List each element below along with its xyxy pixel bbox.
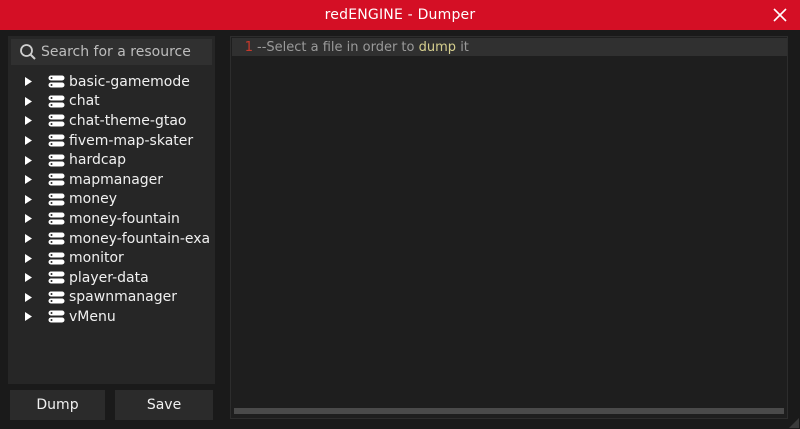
tree-item[interactable]: mapmanager [8, 170, 215, 190]
server-stack-icon [48, 114, 65, 127]
tree-item-label: money [69, 191, 117, 208]
code-comment-suffix: it [460, 39, 469, 55]
resource-tree: basic-gamemode chat chat-theme-gtao fivem-m… [8, 72, 215, 327]
server-stack-icon [48, 310, 65, 323]
save-button[interactable]: Save [115, 390, 213, 420]
window-title: redENGINE - Dumper [324, 7, 476, 23]
triangle-right-icon[interactable] [8, 77, 48, 87]
close-button[interactable] [768, 3, 792, 27]
server-stack-icon [48, 154, 65, 167]
server-stack-icon [48, 134, 65, 147]
tree-item-label: money-fountain [69, 210, 180, 227]
tree-item-label: fivem-map-skater [69, 132, 194, 149]
code-comment-prefix: --Select a file in order to [257, 39, 415, 55]
line-number: 1 [244, 39, 253, 55]
horizontal-scrollbar[interactable] [234, 408, 784, 414]
server-stack-icon [48, 252, 65, 265]
tree-item-label: money-fountain-exa [69, 230, 211, 247]
search-icon [19, 43, 37, 61]
title-bar: redENGINE - Dumper [0, 0, 800, 30]
triangle-right-icon[interactable] [8, 292, 48, 302]
triangle-right-icon[interactable] [8, 155, 48, 165]
search-input[interactable] [41, 44, 211, 60]
triangle-right-icon[interactable] [8, 214, 48, 224]
tree-item[interactable]: fivem-map-skater [8, 131, 215, 151]
triangle-right-icon[interactable] [8, 253, 48, 263]
tree-item[interactable]: money [8, 190, 215, 210]
tree-item-label: spawnmanager [69, 289, 178, 306]
tree-item-label: hardcap [69, 152, 127, 169]
triangle-right-icon[interactable] [8, 96, 48, 106]
editor-line: 1 --Select a file in order to dump it [232, 38, 787, 56]
tree-item-label: chat-theme-gtao [69, 112, 187, 129]
tree-item[interactable]: monitor [8, 248, 215, 268]
triangle-right-icon[interactable] [8, 175, 48, 185]
server-stack-icon [48, 193, 65, 206]
close-icon [773, 8, 787, 22]
tree-item[interactable]: player-data [8, 268, 215, 288]
triangle-right-icon[interactable] [8, 136, 48, 146]
triangle-right-icon[interactable] [8, 194, 48, 204]
dumper-window: basic-gamemode chat chat-theme-gtao fivem-m… [0, 30, 800, 429]
tree-item[interactable]: chat-theme-gtao [8, 111, 215, 131]
tree-item[interactable]: money-fountain-exa [8, 229, 215, 249]
server-stack-icon [48, 173, 65, 186]
tree-item-label: player-data [69, 269, 149, 286]
tree-item-label: mapmanager [69, 171, 164, 188]
tree-item[interactable]: basic-gamemode [8, 72, 215, 92]
tree-item[interactable]: spawnmanager [8, 288, 215, 308]
server-stack-icon [48, 95, 65, 108]
server-stack-icon [48, 75, 65, 88]
triangle-right-icon[interactable] [8, 312, 48, 322]
server-stack-icon [48, 271, 65, 284]
tree-item[interactable]: money-fountain [8, 209, 215, 229]
code-keyword: dump [418, 39, 457, 55]
tree-item[interactable]: vMenu [8, 307, 215, 327]
triangle-right-icon[interactable] [8, 273, 48, 283]
tree-item-label: basic-gamemode [69, 73, 190, 90]
dump-button[interactable]: Dump [10, 390, 105, 420]
tree-item[interactable]: chat [8, 92, 215, 112]
code-editor[interactable]: 1 --Select a file in order to dump it [230, 36, 788, 419]
tree-item-label: chat [69, 93, 100, 110]
triangle-right-icon[interactable] [8, 234, 48, 244]
tree-item-label: monitor [69, 250, 124, 267]
resize-grip-icon[interactable] [789, 418, 799, 428]
search-box[interactable] [11, 39, 212, 65]
tree-item[interactable]: hardcap [8, 150, 215, 170]
tree-item-label: vMenu [69, 308, 116, 325]
triangle-right-icon[interactable] [8, 116, 48, 126]
resource-panel: basic-gamemode chat chat-theme-gtao fivem-m… [8, 36, 215, 384]
server-stack-icon [48, 232, 65, 245]
server-stack-icon [48, 291, 65, 304]
server-stack-icon [48, 212, 65, 225]
